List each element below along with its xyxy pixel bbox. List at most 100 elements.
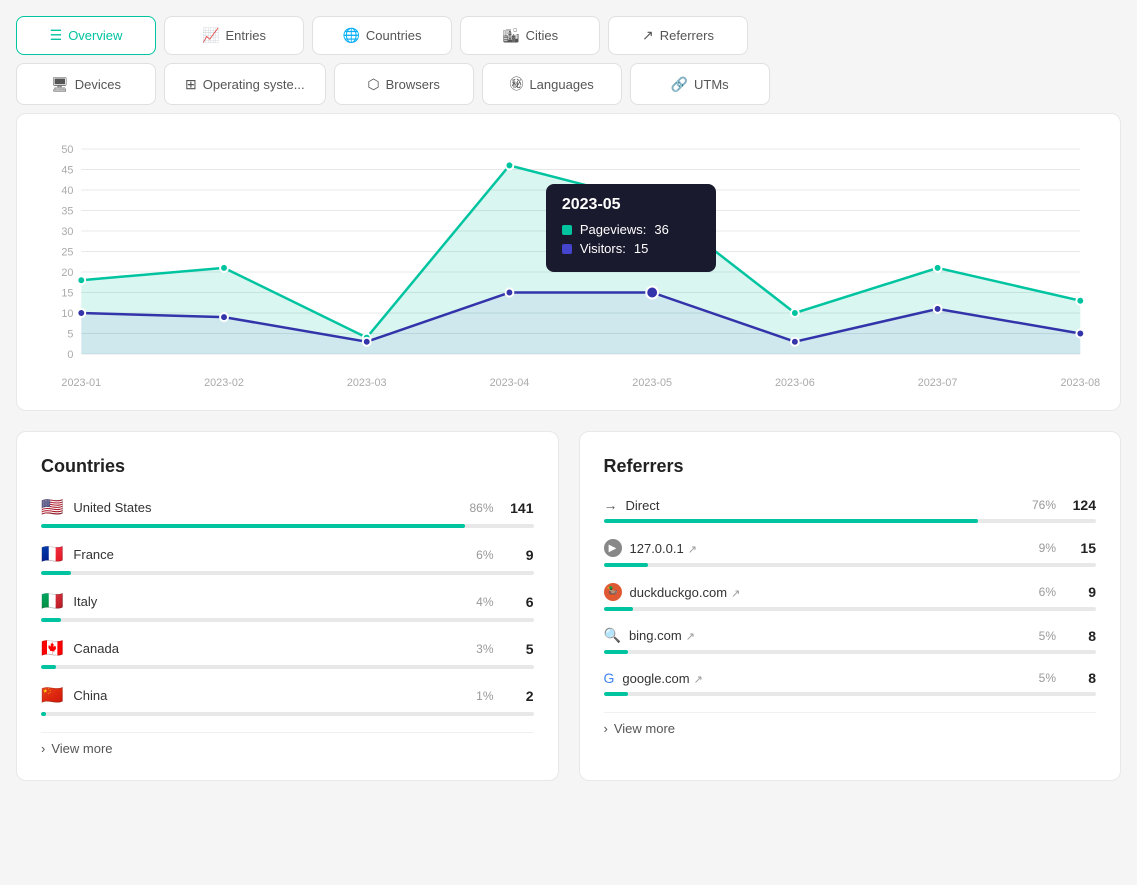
country-progress-fill (41, 571, 71, 575)
countries-tab-icon: 🌐 (342, 27, 359, 44)
external-link-icon[interactable]: ↗ (694, 674, 703, 686)
referrer-pct: 9% (1039, 541, 1056, 555)
cities-tab-label: Cities (526, 28, 559, 43)
direct-icon: → (604, 497, 618, 513)
svg-text:45: 45 (61, 164, 73, 176)
entries-tab-label: Entries (225, 28, 265, 43)
svg-text:2023-05: 2023-05 (632, 377, 672, 389)
country-progress-bar (41, 712, 534, 716)
referrer-name: 127.0.0.1↗ (630, 541, 1039, 556)
tab-languages[interactable]: ㊙ Languages (482, 63, 622, 105)
svg-text:2023-04: 2023-04 (490, 377, 530, 389)
country-pct: 6% (476, 548, 493, 562)
countries-tab-label: Countries (366, 28, 422, 43)
tab-overview[interactable]: ☰Overview (16, 16, 156, 55)
referrer-count: 9 (1068, 584, 1096, 600)
referrers-view-more[interactable]: › View more (604, 712, 1097, 736)
country-count: 5 (506, 641, 534, 657)
referrer-progress-fill (604, 692, 629, 696)
referrer-count: 124 (1068, 497, 1096, 513)
external-link-icon[interactable]: ↗ (686, 631, 695, 643)
tab-countries[interactable]: 🌐 Countries (312, 16, 452, 55)
languages-tab-label: Languages (529, 77, 593, 92)
view-more-label: View more (51, 741, 112, 756)
country-header-4: 🇨🇳China1%2 (41, 685, 534, 706)
country-header-3: 🇨🇦Canada3%5 (41, 638, 534, 659)
google-icon: G (604, 670, 615, 686)
referrer-name: bing.com↗ (629, 628, 1039, 643)
referrer-progress-bar (604, 650, 1097, 654)
devices-tab-label: Devices (75, 77, 121, 92)
tab-os[interactable]: ⊞ Operating syste... (164, 63, 326, 105)
referrer-progress-bar (604, 519, 1097, 523)
external-link-icon[interactable]: ↗ (731, 588, 740, 600)
referrer-count: 15 (1068, 540, 1096, 556)
tab-entries[interactable]: 📈Entries (164, 16, 304, 55)
external-link-icon[interactable]: ↗ (688, 544, 697, 556)
country-flag: 🇺🇸 (41, 497, 63, 518)
referrer-progress-bar (604, 692, 1097, 696)
bottom-panels: Countries 🇺🇸United States86%141🇫🇷France6… (16, 431, 1121, 781)
svg-text:2023-08: 2023-08 (1060, 377, 1100, 389)
country-name: United States (73, 500, 469, 515)
country-count: 9 (506, 547, 534, 563)
referrer-progress-fill (604, 607, 634, 611)
referrer-count: 8 (1068, 670, 1096, 686)
svg-text:2023-02: 2023-02 (204, 377, 244, 389)
chevron-right-icon: › (41, 741, 45, 756)
referrer-pct: 5% (1039, 671, 1056, 685)
tab-devices[interactable]: 🖥 Devices (16, 63, 156, 105)
referrer-progress-bar (604, 563, 1097, 567)
overview-tab-icon: ☰ (50, 27, 63, 44)
referrer-progress-fill (604, 650, 629, 654)
svg-text:2023-01: 2023-01 (61, 377, 101, 389)
country-pct: 1% (476, 689, 493, 703)
referrer-header-3: 🔍bing.com↗5%8 (604, 627, 1097, 644)
countries-list: 🇺🇸United States86%141🇫🇷France6%9🇮🇹Italy4… (41, 497, 534, 716)
languages-tab-icon: ㊙ (509, 74, 523, 94)
referrer-progress-bar (604, 607, 1097, 611)
country-pct: 4% (476, 595, 493, 609)
referrer-row: →Direct76%124 (604, 497, 1097, 523)
tab-utms[interactable]: 🔗UTMs (630, 63, 770, 105)
country-count: 141 (506, 500, 534, 516)
country-progress-fill (41, 618, 61, 622)
referrer-count: 8 (1068, 628, 1096, 644)
country-header-1: 🇫🇷France6%9 (41, 544, 534, 565)
os-tab-icon: ⊞ (185, 76, 197, 93)
devices-tab-icon: 🖥 (51, 76, 69, 93)
circle-icon: ▶ (604, 539, 622, 557)
referrer-header-2: 🦆duckduckgo.com↗6%9 (604, 583, 1097, 601)
tab-referrers[interactable]: ↗Referrers (608, 16, 748, 55)
country-progress-bar (41, 618, 534, 622)
country-row: 🇨🇳China1%2 (41, 685, 534, 716)
svg-text:25: 25 (61, 246, 73, 258)
referrer-progress-fill (604, 519, 978, 523)
referrers-panel: Referrers →Direct76%124▶127.0.0.1↗9%15🦆d… (579, 431, 1122, 781)
countries-view-more[interactable]: › View more (41, 732, 534, 756)
country-count: 2 (506, 688, 534, 704)
svg-text:2023-07: 2023-07 (918, 377, 958, 389)
utms-tab-icon: 🔗 (671, 76, 688, 93)
country-name: France (73, 547, 476, 562)
tab-cities[interactable]: 🏙Cities (460, 16, 600, 55)
os-tab-label: Operating syste... (203, 77, 305, 92)
referrer-pct: 76% (1032, 498, 1056, 512)
referrer-name: google.com↗ (622, 671, 1038, 686)
referrer-row: 🦆duckduckgo.com↗6%9 (604, 583, 1097, 611)
referrers-tab-icon: ↗ (642, 27, 654, 44)
country-count: 6 (506, 594, 534, 610)
country-row: 🇨🇦Canada3%5 (41, 638, 534, 669)
country-progress-bar (41, 665, 534, 669)
referrer-pct: 6% (1039, 585, 1056, 599)
country-pct: 3% (476, 642, 493, 656)
tab-browsers[interactable]: ⬡Browsers (334, 63, 474, 105)
svg-text:35: 35 (61, 205, 73, 217)
country-flag: 🇨🇳 (41, 685, 63, 706)
referrer-pct: 5% (1039, 629, 1056, 643)
country-flag: 🇮🇹 (41, 591, 63, 612)
country-name: Italy (73, 594, 476, 609)
referrers-list: →Direct76%124▶127.0.0.1↗9%15🦆duckduckgo.… (604, 497, 1097, 696)
svg-text:50: 50 (61, 144, 73, 156)
referrer-header-0: →Direct76%124 (604, 497, 1097, 513)
